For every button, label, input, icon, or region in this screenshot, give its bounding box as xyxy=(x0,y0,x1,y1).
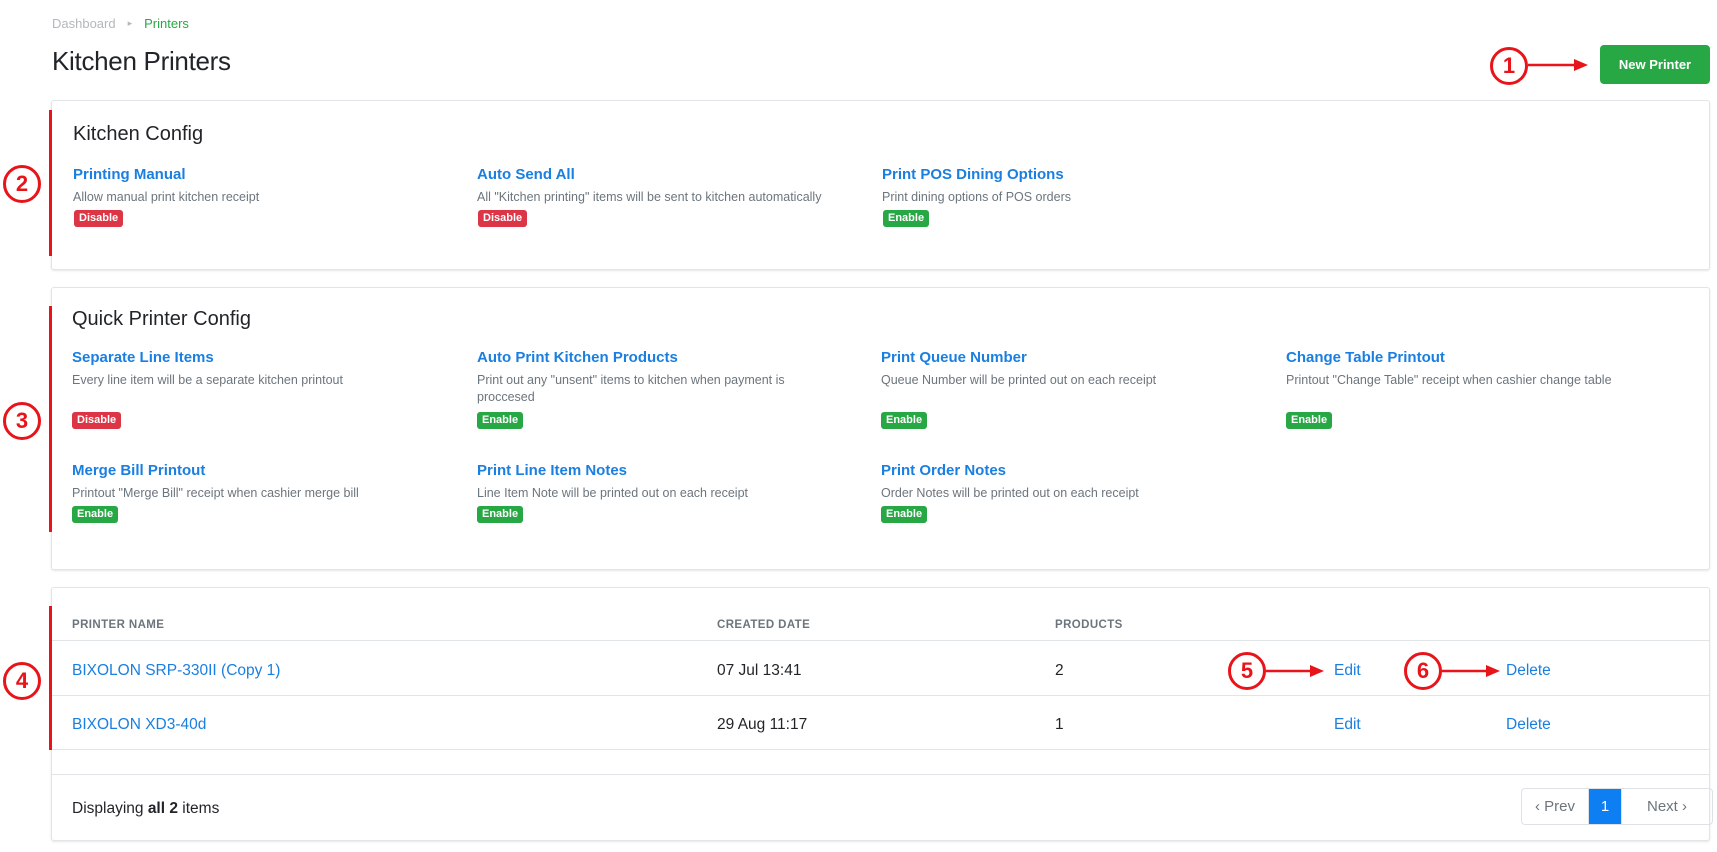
option-title-link[interactable]: Print Queue Number xyxy=(881,349,1261,366)
status-badge-enable[interactable]: Enable xyxy=(477,506,524,523)
annotation-marker-3: 3 xyxy=(3,402,41,440)
status-badge-enable[interactable]: Enable xyxy=(881,412,928,429)
printer-name-link[interactable]: BIXOLON SRP-330II (Copy 1) xyxy=(72,662,280,680)
kitchen-config-title: Kitchen Config xyxy=(73,123,204,145)
annotation-marker-6: 6 xyxy=(1404,652,1442,690)
footer-divider xyxy=(52,774,1709,775)
new-printer-button[interactable]: New Printer xyxy=(1600,45,1710,84)
annotation-marker-2: 2 xyxy=(3,165,41,203)
products-count: 1 xyxy=(1055,716,1064,733)
status-badge-enable[interactable]: Enable xyxy=(72,506,119,523)
option-description: Printout "Change Table" receipt when cas… xyxy=(1286,373,1612,387)
pagination: ‹ Prev 1 Next › xyxy=(1521,788,1713,825)
edit-link[interactable]: Edit xyxy=(1334,716,1361,734)
option-auto-send-all: Auto Send All All "Kitchen printing" ite… xyxy=(477,166,857,206)
header-divider xyxy=(52,640,1709,641)
created-date: 07 Jul 13:41 xyxy=(717,662,802,679)
pagination-next[interactable]: Next › xyxy=(1621,789,1712,824)
option-printing-manual: Printing Manual Allow manual print kitch… xyxy=(73,166,453,206)
status-badge-disable[interactable]: Disable xyxy=(72,412,122,429)
option-title-link[interactable]: Print Line Item Notes xyxy=(477,462,857,479)
column-header-created-date: CREATED DATE xyxy=(717,619,811,631)
row-divider xyxy=(52,749,1709,750)
items-count-text: Displaying all 2 items xyxy=(72,800,219,818)
option-title-link[interactable]: Change Table Printout xyxy=(1286,349,1666,366)
option-description: Printout "Merge Bill" receipt when cashi… xyxy=(72,486,359,500)
annotation-arrow-icon xyxy=(1442,665,1500,677)
status-badge-enable[interactable]: Enable xyxy=(477,412,524,429)
status-badge-disable[interactable]: Disable xyxy=(478,210,528,227)
products-count: 2 xyxy=(1055,662,1064,679)
option-print-queue-number: Print Queue Number Queue Number will be … xyxy=(881,349,1261,389)
edit-link[interactable]: Edit xyxy=(1334,662,1361,680)
annotation-arrow-icon xyxy=(1266,665,1324,677)
status-badge-enable[interactable]: Enable xyxy=(883,210,930,227)
option-auto-print-kitchen-products: Auto Print Kitchen Products Print out an… xyxy=(477,349,807,406)
column-header-printer-name: PRINTER NAME xyxy=(72,619,165,631)
breadcrumb-separator-icon: ▸ xyxy=(127,18,133,28)
option-description: Line Item Note will be printed out on ea… xyxy=(477,486,748,500)
kitchen-config-card: Kitchen Config Printing Manual Allow man… xyxy=(51,100,1710,270)
option-merge-bill-printout: Merge Bill Printout Printout "Merge Bill… xyxy=(72,462,452,502)
option-title-link[interactable]: Print POS Dining Options xyxy=(882,166,1262,183)
annotation-marker-1: 1 xyxy=(1490,47,1528,85)
breadcrumb-dashboard[interactable]: Dashboard xyxy=(52,16,116,31)
option-title-link[interactable]: Auto Print Kitchen Products xyxy=(477,349,807,366)
delete-link[interactable]: Delete xyxy=(1506,662,1551,680)
option-print-order-notes: Print Order Notes Order Notes will be pr… xyxy=(881,462,1261,502)
pagination-page-1[interactable]: 1 xyxy=(1589,789,1621,824)
annotation-bar-printers-table xyxy=(49,606,52,750)
annotation-bar-kitchen-config xyxy=(49,110,52,256)
option-change-table-printout: Change Table Printout Printout "Change T… xyxy=(1286,349,1666,389)
option-description: Print out any "unsent" items to kitchen … xyxy=(477,373,785,404)
annotation-bar-quick-config xyxy=(49,306,52,532)
printers-table-card: PRINTER NAME CREATED DATE PRODUCTS BIXOL… xyxy=(51,587,1713,841)
column-header-products: PRODUCTS xyxy=(1055,619,1123,631)
breadcrumb-printers[interactable]: Printers xyxy=(144,16,189,31)
option-title-link[interactable]: Printing Manual xyxy=(73,166,453,183)
option-print-line-item-notes: Print Line Item Notes Line Item Note wil… xyxy=(477,462,857,502)
annotation-marker-4: 4 xyxy=(3,662,41,700)
footer-bold: all 2 xyxy=(147,800,178,817)
pagination-prev[interactable]: ‹ Prev xyxy=(1522,789,1589,824)
option-title-link[interactable]: Auto Send All xyxy=(477,166,857,183)
annotation-arrow-icon xyxy=(1528,59,1588,71)
status-badge-enable[interactable]: Enable xyxy=(881,506,928,523)
option-description: Allow manual print kitchen receipt xyxy=(73,190,260,204)
option-description: Print dining options of POS orders xyxy=(882,190,1071,204)
option-description: Order Notes will be printed out on each … xyxy=(881,486,1139,500)
delete-link[interactable]: Delete xyxy=(1506,716,1551,734)
option-title-link[interactable]: Print Order Notes xyxy=(881,462,1261,479)
annotation-marker-5: 5 xyxy=(1228,652,1266,690)
status-badge-enable[interactable]: Enable xyxy=(1286,412,1333,429)
footer-prefix: Displaying xyxy=(72,800,148,817)
status-badge-disable[interactable]: Disable xyxy=(74,210,124,227)
option-description: Queue Number will be printed out on each… xyxy=(881,373,1157,387)
breadcrumb: Dashboard ▸ Printers xyxy=(52,16,189,31)
created-date: 29 Aug 11:17 xyxy=(717,716,808,733)
option-separate-line-items: Separate Line Items Every line item will… xyxy=(72,349,452,389)
page-title: Kitchen Printers xyxy=(52,46,231,76)
option-description: All "Kitchen printing" items will be sen… xyxy=(477,190,822,204)
option-print-pos-dining-options: Print POS Dining Options Print dining op… xyxy=(882,166,1262,206)
option-title-link[interactable]: Merge Bill Printout xyxy=(72,462,452,479)
option-title-link[interactable]: Separate Line Items xyxy=(72,349,452,366)
footer-suffix: items xyxy=(177,800,220,817)
option-description: Every line item will be a separate kitch… xyxy=(72,373,343,387)
printer-name-link[interactable]: BIXOLON XD3-40d xyxy=(72,716,206,734)
row-divider xyxy=(52,695,1709,696)
quick-printer-config-title: Quick Printer Config xyxy=(72,308,251,330)
quick-printer-config-card: Quick Printer Config Separate Line Items… xyxy=(51,287,1710,570)
